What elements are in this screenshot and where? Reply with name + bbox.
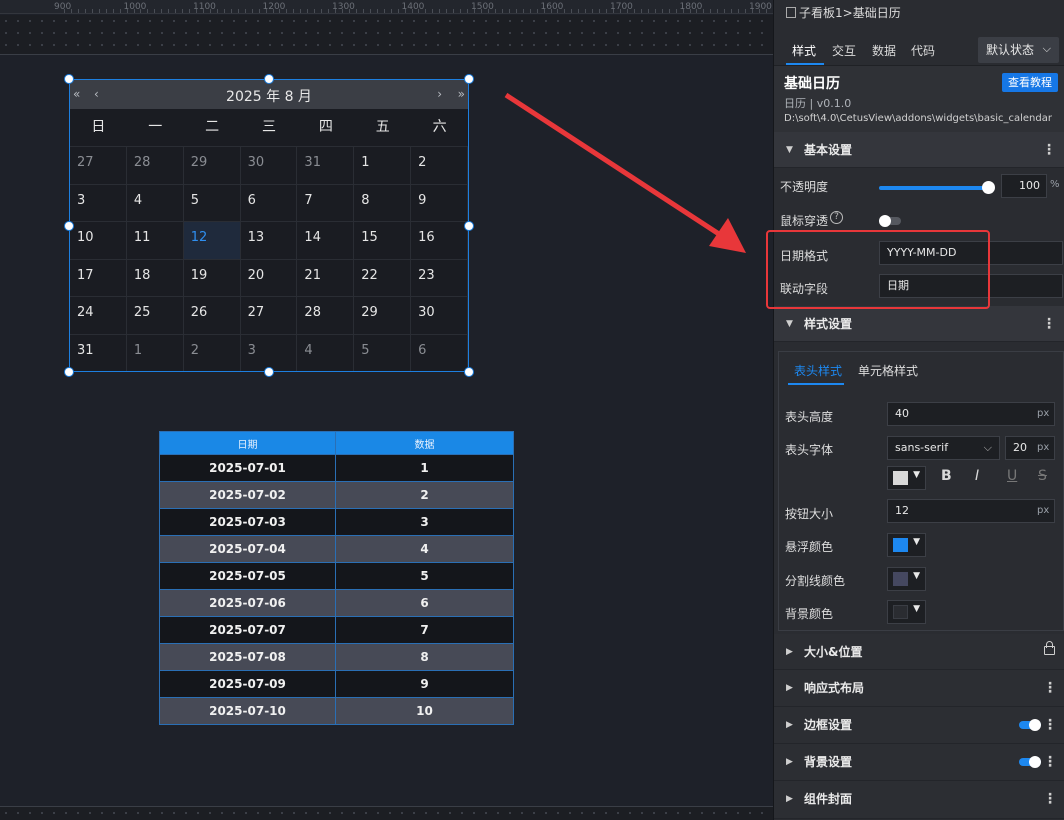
button-size-label: 按钮大小	[785, 507, 834, 521]
background-toggle[interactable]	[1019, 756, 1041, 768]
header-font-select[interactable]: sans-serif ⌵	[887, 436, 1000, 460]
header-font-color-picker[interactable]: ▼	[887, 466, 926, 490]
header-font-size-unit: px	[1037, 442, 1050, 453]
color-swatch	[893, 538, 908, 552]
style-settings-box: 表头样式 单元格样式 表头高度 40 px 表头字体 sans-serif ⌵ 2…	[778, 351, 1064, 631]
divider-color-label: 分割线颜色	[785, 574, 846, 588]
collapsed-sections: ▶ 大小&位置 ▶ 响应式布局 ⋮ ▶ 边框设置 ⋮ ▶ 背景设置 ⋮ ▶ 组件封面 ⋮	[774, 634, 1064, 819]
panel-tabs: 样式 交互 数据 代码 默认状态 ⌵	[774, 28, 1064, 66]
tab-style[interactable]: 样式	[792, 42, 816, 59]
board-icon	[786, 7, 796, 18]
caret-right-icon: ▶	[786, 757, 793, 767]
opacity-unit: %	[1050, 179, 1060, 190]
more-icon[interactable]: ⋮	[1042, 132, 1056, 168]
color-swatch	[893, 605, 908, 619]
component-info: 基础日历 日历 | v0.1.0 D:\soft\4.0\CetusView\a…	[774, 66, 1064, 132]
color-swatch	[893, 572, 908, 586]
section-border[interactable]: ▶ 边框设置 ⋮	[774, 707, 1064, 744]
caret-down-icon: ▼	[786, 319, 793, 329]
button-size-unit: px	[1037, 505, 1050, 516]
breadcrumb: 子看板1>基础日历	[774, 0, 1064, 28]
red-arrow-annotation	[504, 92, 746, 253]
section-title: 大小&位置	[804, 645, 863, 659]
lock-icon[interactable]	[1044, 641, 1055, 655]
caret-right-icon: ▶	[786, 683, 793, 693]
caret-down-icon: ▼	[913, 571, 920, 581]
bold-button[interactable]: B	[941, 468, 952, 484]
header-height-label: 表头高度	[785, 410, 834, 424]
bg-color-label: 背景颜色	[785, 607, 834, 621]
mouse-through-label: 鼠标穿透	[780, 214, 829, 228]
section-title: 样式设置	[804, 317, 853, 331]
subtab-cell-style[interactable]: 单元格样式	[858, 362, 918, 379]
section-size-position[interactable]: ▶ 大小&位置	[774, 634, 1064, 670]
section-background[interactable]: ▶ 背景设置 ⋮	[774, 744, 1064, 781]
underline-button[interactable]: U	[1007, 468, 1017, 484]
hover-color-label: 悬浮颜色	[785, 540, 834, 554]
section-title: 组件封面	[804, 792, 853, 806]
hover-color-picker[interactable]: ▼	[887, 533, 926, 557]
caret-right-icon: ▶	[786, 794, 793, 804]
component-version: 日历 | v0.1.0	[784, 97, 852, 110]
more-icon[interactable]: ⋮	[1042, 306, 1056, 342]
section-title: 响应式布局	[804, 681, 865, 695]
section-title: 边框设置	[804, 718, 853, 732]
section-title: 基本设置	[804, 143, 853, 157]
tab-interaction[interactable]: 交互	[832, 42, 856, 59]
toggle-knob	[879, 215, 891, 227]
view-tutorial-button[interactable]: 查看教程	[1002, 73, 1058, 92]
mouse-through-toggle[interactable]	[879, 215, 901, 227]
breadcrumb-current: 基础日历	[852, 6, 901, 20]
opacity-label: 不透明度	[780, 180, 829, 194]
caret-down-icon: ▼	[913, 470, 920, 480]
breadcrumb-parent[interactable]: 子看板1	[799, 6, 843, 20]
border-toggle[interactable]	[1019, 719, 1041, 731]
breadcrumb-separator: >	[842, 6, 853, 20]
help-icon[interactable]: ?	[830, 211, 843, 224]
more-icon[interactable]: ⋮	[1043, 670, 1057, 707]
opacity-row: 不透明度 100 %	[774, 168, 1064, 202]
more-icon[interactable]: ⋮	[1043, 707, 1057, 744]
toggle-knob	[1029, 756, 1041, 768]
caret-down-icon: ▼	[913, 604, 920, 614]
tab-data[interactable]: 数据	[872, 42, 896, 59]
header-height-input[interactable]: 40	[887, 402, 1055, 426]
toggle-knob	[1029, 719, 1041, 731]
opacity-input[interactable]: 100	[1001, 174, 1047, 198]
state-select-value: 默认状态	[986, 43, 1035, 57]
header-font-label: 表头字体	[785, 443, 834, 457]
section-basic-settings[interactable]: ▼ 基本设置 ⋮	[774, 132, 1064, 168]
color-swatch	[893, 471, 908, 485]
section-cover[interactable]: ▶ 组件封面 ⋮	[774, 781, 1064, 819]
caret-down-icon: ▼	[786, 145, 793, 155]
bg-color-picker[interactable]: ▼	[887, 600, 926, 624]
subtab-header-style[interactable]: 表头样式	[794, 362, 842, 379]
more-icon[interactable]: ⋮	[1043, 744, 1057, 781]
state-select[interactable]: 默认状态 ⌵	[978, 37, 1059, 63]
component-path: D:\soft\4.0\CetusView\addons\widgets\bas…	[784, 113, 1052, 124]
chevron-down-icon: ⌵	[1042, 42, 1051, 55]
more-icon[interactable]: ⋮	[1043, 781, 1057, 817]
header-font-value: sans-serif	[895, 441, 949, 454]
opacity-slider[interactable]	[879, 181, 995, 194]
chevron-down-icon: ⌵	[983, 441, 992, 454]
caret-down-icon: ▼	[913, 537, 920, 547]
active-subtab-indicator	[788, 383, 844, 385]
caret-right-icon: ▶	[786, 720, 793, 730]
slider-knob[interactable]	[982, 181, 995, 194]
caret-right-icon: ▶	[786, 647, 793, 657]
strikethrough-button[interactable]: S	[1038, 468, 1047, 484]
style-subtabs: 表头样式 单元格样式	[779, 352, 1063, 386]
section-responsive[interactable]: ▶ 响应式布局 ⋮	[774, 670, 1064, 707]
active-tab-indicator	[786, 63, 824, 65]
highlight-box-annotation	[766, 230, 990, 309]
tab-code[interactable]: 代码	[911, 42, 935, 59]
section-title: 背景设置	[804, 755, 853, 769]
divider-color-picker[interactable]: ▼	[887, 567, 926, 591]
header-height-unit: px	[1037, 408, 1050, 419]
italic-button[interactable]: I	[975, 468, 979, 484]
button-size-input[interactable]: 12	[887, 499, 1055, 523]
section-style-settings[interactable]: ▼ 样式设置 ⋮	[774, 306, 1064, 342]
